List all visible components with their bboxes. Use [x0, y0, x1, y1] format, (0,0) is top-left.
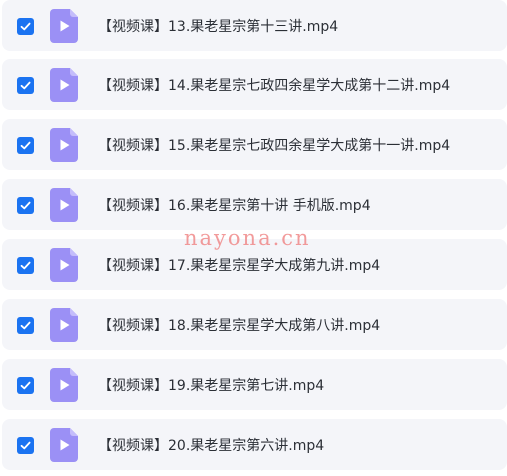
file-row[interactable]: 【视频课】14.果老星宗七政四余星学大成第十二讲.mp4	[2, 59, 507, 110]
file-list: 【视频课】13.果老星宗第十三讲.mp4 【视频课】14.果老星宗七政四余星学大…	[0, 0, 507, 476]
file-row[interactable]: 【视频课】15.果老星宗七政四余星学大成第十一讲.mp4	[2, 119, 507, 170]
video-file-icon	[50, 67, 78, 102]
video-file-icon	[50, 8, 78, 43]
check-icon	[20, 81, 31, 89]
file-name: 【视频课】15.果老星宗七政四余星学大成第十一讲.mp4	[98, 137, 451, 154]
row-checkbox[interactable]	[17, 136, 34, 154]
row-checkbox[interactable]	[17, 316, 34, 334]
watermark-text: nayona.cn	[184, 226, 311, 250]
file-name: 【视频课】19.果老星宗第七讲.mp4	[98, 377, 325, 394]
file-name: 【视频课】14.果老星宗七政四余星学大成第十二讲.mp4	[98, 77, 451, 94]
file-row[interactable]: 【视频课】16.果老星宗第十讲 手机版.mp4	[2, 179, 507, 230]
file-name: 【视频课】13.果老星宗第十三讲.mp4	[98, 18, 339, 35]
check-icon	[20, 381, 31, 389]
row-checkbox[interactable]	[17, 256, 34, 274]
file-row[interactable]: 【视频课】19.果老星宗第七讲.mp4	[2, 359, 507, 410]
file-row[interactable]: 【视频课】13.果老星宗第十三讲.mp4	[2, 0, 507, 51]
row-checkbox[interactable]	[17, 17, 34, 35]
video-file-icon	[50, 187, 78, 222]
file-name: 【视频课】20.果老星宗第六讲.mp4	[98, 437, 325, 454]
check-icon	[20, 441, 31, 449]
file-name: 【视频课】16.果老星宗第十讲 手机版.mp4	[98, 197, 371, 214]
file-row[interactable]: 【视频课】20.果老星宗第六讲.mp4	[2, 419, 507, 470]
check-icon	[20, 22, 31, 30]
row-checkbox[interactable]	[17, 76, 34, 94]
file-name: 【视频课】18.果老星宗星学大成第八讲.mp4	[98, 317, 381, 334]
video-file-icon	[50, 427, 78, 462]
file-row[interactable]: 【视频课】18.果老星宗星学大成第八讲.mp4	[2, 299, 507, 350]
check-icon	[20, 261, 31, 269]
row-checkbox[interactable]	[17, 196, 34, 214]
file-name: 【视频课】17.果老星宗星学大成第九讲.mp4	[98, 257, 381, 274]
video-file-icon	[50, 127, 78, 162]
row-checkbox[interactable]	[17, 376, 34, 394]
video-file-icon	[50, 367, 78, 402]
video-file-icon	[50, 247, 78, 282]
check-icon	[20, 201, 31, 209]
check-icon	[20, 141, 31, 149]
check-icon	[20, 321, 31, 329]
video-file-icon	[50, 307, 78, 342]
row-checkbox[interactable]	[17, 436, 34, 454]
